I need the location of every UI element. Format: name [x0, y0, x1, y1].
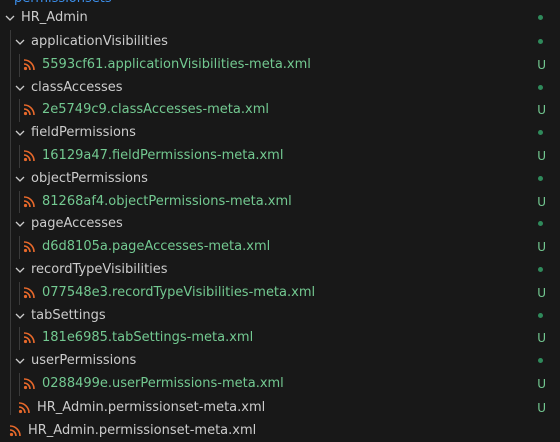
modified-dot-icon — [538, 312, 543, 318]
indent-guide — [19, 145, 20, 168]
folder-label: applicationVisibilities — [31, 34, 168, 49]
file-label: 077548e3.recordTypeVisibilities-meta.xml — [42, 284, 316, 300]
modified-dot-icon — [538, 358, 543, 364]
untracked-status: U — [537, 331, 546, 346]
modified-dot-icon — [538, 15, 543, 20]
indent-guide — [19, 327, 20, 351]
folder-1[interactable]: classAccesses — [0, 77, 560, 99]
modified-dot-icon — [538, 175, 543, 181]
folder-label: classAccesses — [31, 79, 123, 95]
rss-file-icon — [21, 239, 37, 255]
folder-label: HR_Admin — [21, 10, 88, 25]
modified-dot-icon — [538, 221, 543, 227]
rss-file-icon — [21, 57, 37, 73]
file-3[interactable]: 81268af4.objectPermissions-meta.xml U — [0, 191, 560, 213]
file-hr-admin-permissionset[interactable]: HR_Admin.permissionset-meta.xml U — [0, 397, 560, 419]
folder-label: recordTypeVisibilities — [31, 262, 168, 277]
rss-file-icon — [21, 148, 37, 164]
indent-guide — [19, 190, 20, 214]
folder-label: fieldPermissions — [31, 125, 136, 141]
file-7[interactable]: 0288499e.userPermissions-meta.xml U — [0, 373, 560, 395]
indent-guide — [19, 281, 20, 305]
chevron-down-icon — [12, 171, 28, 187]
folder-5[interactable]: recordTypeVisibilities — [0, 259, 560, 281]
folder-2[interactable]: fieldPermissions — [0, 122, 560, 144]
folder-label: tabSettings — [31, 307, 106, 323]
untracked-status: U — [537, 57, 546, 72]
untracked-status: U — [537, 149, 546, 163]
folder-6[interactable]: tabSettings — [0, 305, 560, 327]
file-label: HR_Admin.permissionset-meta.xml — [37, 400, 266, 415]
chevron-down-icon — [12, 353, 28, 369]
file-label: 181e6985.tabSettings-meta.xml — [42, 330, 254, 346]
rss-file-icon — [21, 376, 37, 392]
untracked-status: U — [537, 285, 546, 300]
untracked-status: U — [537, 377, 546, 391]
folder-4[interactable]: pageAccesses — [0, 213, 560, 235]
folder-label: objectPermissions — [31, 170, 148, 186]
file-0[interactable]: 5593cf61.applicationVisibilities-meta.xm… — [0, 54, 560, 76]
untracked-status: U — [537, 194, 546, 209]
untracked-status: U — [537, 240, 546, 255]
chevron-down-icon — [12, 216, 28, 232]
rss-file-icon — [21, 285, 37, 301]
indent-guide — [19, 99, 20, 123]
indent-guide — [19, 53, 20, 77]
file-label: HR_Admin.permissionset-meta.xml — [28, 423, 257, 438]
folder-label: pageAccesses — [31, 216, 123, 232]
rss-file-icon — [21, 194, 37, 210]
rss-file-icon — [16, 400, 32, 416]
file-label: 0288499e.userPermissions-meta.xml — [42, 376, 284, 391]
indent-guide — [19, 236, 20, 259]
file-explorer: permissionsets HR_Admin applicationVisib… — [0, 0, 560, 442]
indent-guide — [19, 373, 20, 396]
rss-file-icon — [21, 102, 37, 118]
file-label: 81268af4.objectPermissions-meta.xml — [42, 193, 292, 209]
file-label: 5593cf61.applicationVisibilities-meta.xm… — [42, 56, 311, 72]
folder-label: userPermissions — [31, 353, 137, 369]
file-6[interactable]: 181e6985.tabSettings-meta.xml U — [0, 327, 560, 349]
chevron-down-icon — [12, 125, 28, 141]
untracked-status: U — [537, 401, 546, 415]
file-label: 2e5749c9.classAccesses-meta.xml — [42, 102, 269, 118]
untracked-status: U — [537, 103, 546, 118]
modified-dot-icon — [538, 130, 543, 136]
file-label: d6d8105a.pageAccesses-meta.xml — [42, 239, 271, 255]
modified-dot-icon — [538, 267, 543, 272]
rss-file-icon — [7, 423, 23, 439]
chevron-down-icon — [12, 308, 28, 324]
file-5[interactable]: 077548e3.recordTypeVisibilities-meta.xml… — [0, 282, 560, 304]
file-outer-hr-admin-permissionset[interactable]: HR_Admin.permissionset-meta.xml — [0, 420, 560, 442]
folder-7[interactable]: userPermissions — [0, 350, 560, 372]
file-label: 16129a47.fieldPermissions-meta.xml — [42, 148, 284, 163]
folder-3[interactable]: objectPermissions — [0, 168, 560, 190]
folder-0[interactable]: applicationVisibilities — [0, 31, 560, 53]
file-4[interactable]: d6d8105a.pageAccesses-meta.xml U — [0, 236, 560, 258]
chevron-down-icon — [2, 10, 18, 26]
file-2[interactable]: 16129a47.fieldPermissions-meta.xml U — [0, 145, 560, 167]
chevron-down-icon — [12, 34, 28, 50]
chevron-down-icon — [12, 80, 28, 96]
chevron-down-icon — [12, 262, 28, 278]
folder-hr-admin[interactable]: HR_Admin — [0, 7, 560, 29]
modified-dot-icon — [538, 39, 543, 44]
rss-file-icon — [21, 330, 37, 346]
file-1[interactable]: 2e5749c9.classAccesses-meta.xml U — [0, 99, 560, 121]
modified-dot-icon — [538, 84, 543, 90]
